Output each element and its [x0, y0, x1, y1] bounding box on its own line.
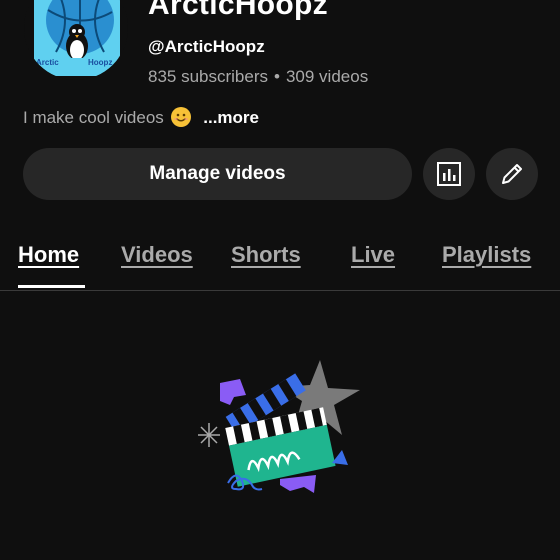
tab-live[interactable]: Live — [351, 242, 395, 268]
manage-videos-button[interactable]: Manage videos — [23, 148, 412, 200]
more-link[interactable]: ...more — [203, 108, 259, 127]
sparkle-shape — [198, 423, 220, 447]
bar-chart-icon — [437, 162, 461, 186]
separator-dot: • — [274, 67, 280, 86]
purple-shape-bottom — [280, 475, 316, 493]
channel-description[interactable]: I make cool videos ...more — [23, 107, 259, 128]
channel-tabs: Home Videos Shorts Live Playlists — [0, 238, 560, 291]
description-text: I make cool videos — [23, 108, 164, 127]
channel-name: ArcticHoopz — [148, 0, 328, 21]
smiling-face-icon — [170, 107, 191, 127]
channel-avatar[interactable]: Arctic Hoopz — [24, 0, 128, 80]
video-count: 309 videos — [285, 67, 369, 86]
avatar-image: Arctic Hoopz — [34, 0, 120, 76]
tab-playlists[interactable]: Playlists — [442, 242, 531, 268]
tab-home[interactable]: Home — [18, 242, 79, 268]
clapperboard-illustration — [198, 360, 360, 493]
avatar-text-right: Hoopz — [88, 58, 113, 67]
active-tab-indicator — [18, 285, 85, 288]
channel-handle: @ArcticHoopz — [148, 37, 265, 56]
avatar-text-left: Arctic — [36, 58, 59, 67]
channel-stats: 835 subscribers • 309 videos — [148, 67, 368, 87]
tab-shorts[interactable]: Shorts — [231, 242, 301, 268]
pencil-icon — [502, 164, 522, 184]
analytics-button[interactable] — [423, 148, 475, 200]
tab-videos[interactable]: Videos — [121, 242, 193, 268]
blue-triangle — [332, 450, 348, 465]
edit-channel-button[interactable] — [486, 148, 538, 200]
subscriber-count: 835 subscribers — [148, 67, 269, 86]
purple-shape-top — [220, 379, 246, 405]
